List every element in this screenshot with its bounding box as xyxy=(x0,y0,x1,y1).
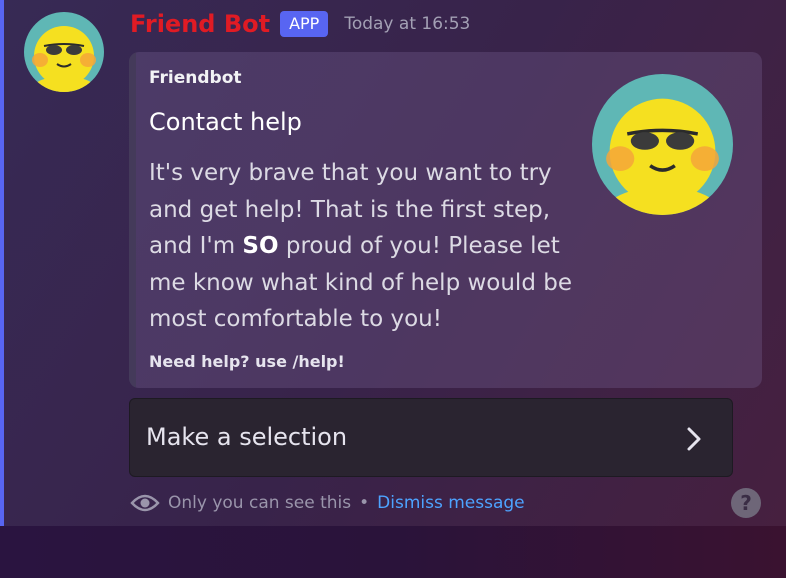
embed-thumbnail[interactable] xyxy=(592,74,733,215)
eye-icon xyxy=(130,494,160,512)
dismiss-message-link[interactable]: Dismiss message xyxy=(377,493,524,513)
ephemeral-separator: • xyxy=(359,493,370,513)
message-timestamp[interactable]: Today at 16:53 xyxy=(344,14,470,34)
sunglasses-smiley-icon xyxy=(24,12,104,92)
embed-footer: Need help? use /help! xyxy=(149,352,345,371)
help-icon[interactable]: ? xyxy=(731,488,761,518)
sunglasses-smiley-icon xyxy=(592,74,733,215)
highlight-bar xyxy=(0,0,4,526)
embed-color-stripe xyxy=(129,52,136,388)
chevron-right-icon xyxy=(687,427,701,451)
select-placeholder: Make a selection xyxy=(146,423,348,451)
embed-author: Friendbot xyxy=(149,68,242,88)
embed-card: Friendbot Contact help It's very brave t… xyxy=(129,52,762,388)
ephemeral-text: Only you can see this xyxy=(168,493,352,513)
chat-bottom-region xyxy=(0,526,786,578)
bot-avatar[interactable] xyxy=(24,12,104,92)
select-menu[interactable]: Make a selection xyxy=(129,398,733,477)
ephemeral-notice: Only you can see this • Dismiss message xyxy=(130,488,525,518)
embed-title: Contact help xyxy=(149,108,302,136)
author-name[interactable]: Friend Bot xyxy=(130,10,270,38)
message-header: Friend Bot APP Today at 16:53 xyxy=(130,6,470,42)
embed-description-bold: SO xyxy=(242,233,279,259)
app-badge: APP xyxy=(280,11,329,37)
embed-description: It's very brave that you want to try and… xyxy=(149,155,589,338)
